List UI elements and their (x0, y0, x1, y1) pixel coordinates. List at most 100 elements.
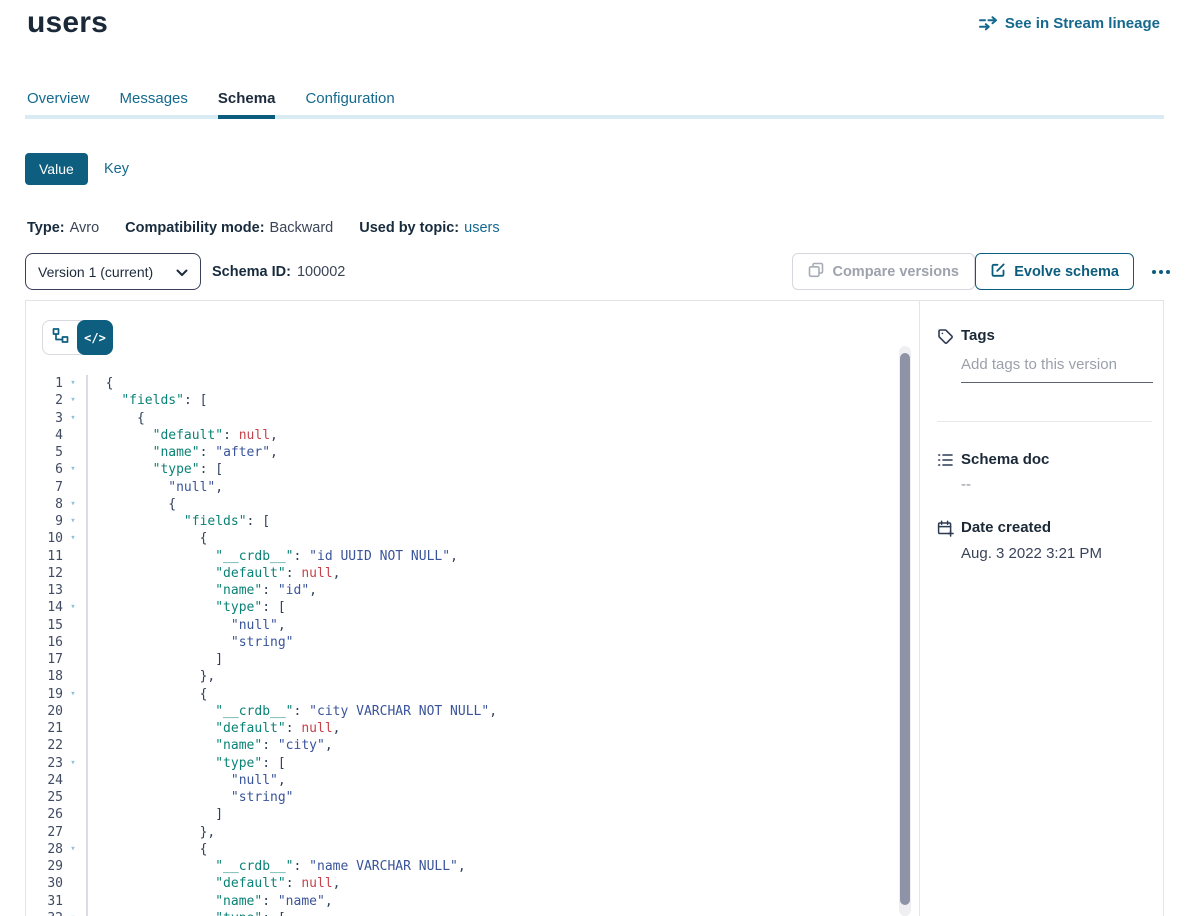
code-text: "name": "after", (81, 444, 278, 461)
fold-toggle-icon[interactable]: ▾ (65, 841, 81, 858)
fold-spacer (65, 737, 81, 754)
fold-toggle-icon[interactable]: ▾ (65, 496, 81, 513)
code-line[interactable]: 8▾ { (26, 496, 1143, 513)
fold-toggle-icon[interactable]: ▾ (65, 686, 81, 703)
fold-toggle-icon[interactable]: ▾ (65, 392, 81, 409)
code-text: { (81, 686, 207, 703)
code-line[interactable]: 7 "null", (26, 479, 1143, 496)
code-text: "default": null, (81, 565, 340, 582)
evolve-schema-icon (990, 262, 1006, 282)
code-text: "default": null, (81, 875, 340, 892)
code-line[interactable]: 3▾ { (26, 410, 1143, 427)
code-text: { (81, 496, 176, 513)
fold-toggle-icon[interactable]: ▾ (65, 530, 81, 547)
active-tab-underline (218, 115, 276, 119)
schema-type: Type: Avro (27, 220, 99, 236)
type-label: Type: (27, 220, 65, 236)
code-text: "default": null, (81, 427, 278, 444)
fold-spacer (65, 444, 81, 461)
code-line[interactable]: 13 "name": "id", (26, 582, 1143, 599)
tabs-underline (25, 115, 1164, 119)
code-line[interactable]: 21 "default": null, (26, 720, 1143, 737)
evolve-schema-button[interactable]: Evolve schema (975, 253, 1134, 290)
line-number: 8 (26, 496, 63, 513)
fold-toggle-icon[interactable]: ▾ (65, 910, 81, 916)
tree-view-button[interactable] (43, 321, 77, 354)
code-text: "__crdb__": "id UUID NOT NULL", (81, 548, 458, 565)
schema-doc-value: -- (961, 476, 971, 493)
compare-versions-label: Compare versions (832, 264, 959, 280)
stream-lineage-link[interactable]: See in Stream lineage (979, 15, 1160, 32)
line-number: 1 (26, 375, 63, 392)
line-number: 3 (26, 410, 63, 427)
code-view-icon: </> (84, 331, 106, 345)
code-line[interactable]: 32▾ "type": [ (26, 910, 1143, 916)
line-number: 26 (26, 806, 63, 823)
fold-spacer (65, 479, 81, 496)
code-text: { (81, 841, 207, 858)
tab-configuration[interactable]: Configuration (305, 90, 394, 107)
fold-spacer (65, 565, 81, 582)
code-line[interactable]: 22 "name": "city", (26, 737, 1143, 754)
line-number: 6 (26, 461, 63, 478)
code-line[interactable]: 2▾ "fields": [ (26, 392, 1143, 409)
line-number: 2 (26, 392, 63, 409)
tree-view-icon (52, 327, 69, 349)
code-line[interactable]: 31 "name": "name", (26, 893, 1143, 910)
version-dropdown[interactable]: Version 1 (current) (25, 253, 201, 290)
code-text: "null", (81, 479, 223, 496)
code-text: "name": "city", (81, 737, 333, 754)
line-number: 13 (26, 582, 63, 599)
topic-label: Used by topic: (359, 220, 459, 236)
code-text: "fields": [ (81, 513, 270, 530)
fold-toggle-icon[interactable]: ▾ (65, 599, 81, 616)
compatibility-mode: Compatibility mode: Backward (125, 220, 333, 236)
code-line[interactable]: 24 "null", (26, 772, 1143, 789)
tab-messages[interactable]: Messages (120, 90, 188, 107)
tab-overview[interactable]: Overview (27, 90, 90, 107)
code-view-button[interactable]: </> (77, 320, 113, 355)
fold-toggle-icon[interactable]: ▾ (65, 410, 81, 427)
code-text: "__crdb__": "name VARCHAR NULL", (81, 858, 466, 875)
fold-spacer (65, 668, 81, 685)
code-line[interactable]: 23▾ "type": [ (26, 755, 1143, 772)
fold-toggle-icon[interactable]: ▾ (65, 513, 81, 530)
code-line[interactable]: 18 }, (26, 668, 1143, 685)
tags-title: Tags (961, 327, 995, 344)
code-line[interactable]: 16 "string" (26, 634, 1143, 651)
stream-lineage-icon (979, 16, 998, 31)
fold-toggle-icon[interactable]: ▾ (65, 461, 81, 478)
compare-versions-button[interactable]: Compare versions (792, 253, 975, 290)
fold-toggle-icon[interactable]: ▾ (65, 375, 81, 392)
code-line[interactable]: 17 ] (26, 651, 1143, 668)
line-number: 19 (26, 686, 63, 703)
code-line[interactable]: 30 "default": null, (26, 875, 1143, 892)
code-line[interactable]: 12 "default": null, (26, 565, 1143, 582)
tags-input[interactable] (961, 356, 1153, 383)
code-text: "type": [ (81, 910, 286, 916)
code-line[interactable]: 20 "__crdb__": "city VARCHAR NOT NULL", (26, 703, 1143, 720)
line-number: 31 (26, 893, 63, 910)
line-number: 12 (26, 565, 63, 582)
stream-lineage-label: See in Stream lineage (1005, 15, 1160, 32)
editor-scrollbar-thumb[interactable] (900, 353, 910, 905)
line-number: 7 (26, 479, 63, 496)
value-toggle-button[interactable]: Value (25, 153, 88, 185)
code-line[interactable]: 4 "default": null, (26, 427, 1143, 444)
schema-id: Schema ID: 100002 (212, 253, 345, 290)
tab-schema[interactable]: Schema (218, 90, 276, 107)
code-line[interactable]: 14▾ "type": [ (26, 599, 1143, 616)
line-number: 14 (26, 599, 63, 616)
code-line[interactable]: 29 "__crdb__": "name VARCHAR NULL", (26, 858, 1143, 875)
code-line[interactable]: 15 "null", (26, 617, 1143, 634)
code-line[interactable]: 27 }, (26, 824, 1143, 841)
code-line[interactable]: 25 "string" (26, 789, 1143, 806)
code-text: "name": "id", (81, 582, 317, 599)
code-line[interactable]: 19▾ { (26, 686, 1143, 703)
topic-link[interactable]: users (464, 220, 499, 236)
code-line[interactable]: 28▾ { (26, 841, 1143, 858)
code-line[interactable]: 26 ] (26, 806, 1143, 823)
more-options-button[interactable] (1152, 253, 1170, 290)
fold-toggle-icon[interactable]: ▾ (65, 755, 81, 772)
key-toggle-link[interactable]: Key (104, 161, 129, 177)
